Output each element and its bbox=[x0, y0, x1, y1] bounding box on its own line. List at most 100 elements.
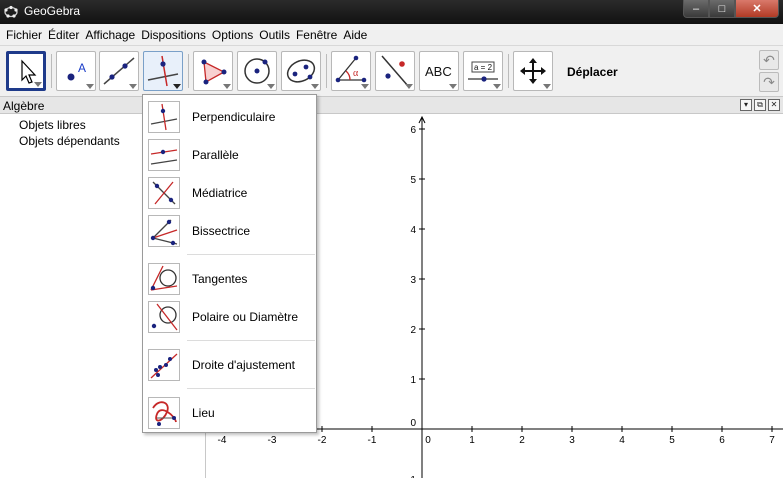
move-tool-button[interactable] bbox=[6, 51, 46, 91]
tool-menu-arrow-icon bbox=[361, 84, 369, 89]
tool-menu-arrow-icon bbox=[223, 84, 231, 89]
perpendicular-tool-menu: Perpendiculaire Parallèle Médiatrice Bis… bbox=[142, 94, 317, 433]
locus-icon bbox=[148, 397, 180, 429]
perpendicular-bisector-icon bbox=[148, 177, 180, 209]
circle-tool-button[interactable] bbox=[237, 51, 277, 91]
graphics-header-buttons: ▾ ⧉ ✕ bbox=[740, 99, 780, 111]
y-tick-label: 1 bbox=[410, 375, 416, 386]
menu-item-label: Perpendiculaire bbox=[192, 110, 276, 124]
angle-bisector-icon bbox=[148, 215, 180, 247]
menu-affichage[interactable]: Affichage bbox=[82, 28, 138, 42]
tangent-icon bbox=[148, 263, 180, 295]
menu-item-perpendicular[interactable]: Perpendiculaire bbox=[143, 99, 316, 135]
y-tick-label: 3 bbox=[410, 275, 416, 286]
menu-item-label: Médiatrice bbox=[192, 186, 248, 200]
menu-separator bbox=[187, 340, 315, 341]
text-tool-glyph: ABC bbox=[425, 64, 452, 79]
toolbar-separator bbox=[188, 54, 189, 88]
geogebra-logo-icon bbox=[4, 5, 18, 18]
tree-item-free-objects[interactable]: Objets libres bbox=[19, 118, 86, 132]
title-bar: GeoGebra – □ ✕ bbox=[0, 0, 783, 24]
tool-menu-arrow-icon bbox=[449, 84, 457, 89]
menu-item-parallel[interactable]: Parallèle bbox=[143, 137, 316, 173]
polar-icon bbox=[148, 301, 180, 333]
perpendicular-tool-button[interactable] bbox=[143, 51, 183, 91]
text-tool-button[interactable]: ABC bbox=[419, 51, 459, 91]
menu-item-angle-bisector[interactable]: Bissectrice bbox=[143, 213, 316, 249]
slider-tool-button[interactable]: a = 2 bbox=[463, 51, 503, 91]
y-tick-label: 6 bbox=[410, 125, 416, 136]
svg-text:α: α bbox=[353, 68, 359, 79]
reflect-tool-button[interactable] bbox=[375, 51, 415, 91]
close-view-button[interactable]: ✕ bbox=[768, 99, 780, 111]
menu-options[interactable]: Options bbox=[209, 28, 256, 42]
x-tick-label: 5 bbox=[669, 435, 675, 446]
angle-tool-button[interactable]: α bbox=[331, 51, 371, 91]
restore-view-button[interactable]: ⧉ bbox=[754, 99, 766, 111]
y-tick-label: 5 bbox=[410, 175, 416, 186]
best-fit-line-icon bbox=[148, 349, 180, 381]
menu-item-label: Polaire ou Diamètre bbox=[192, 310, 299, 324]
ellipse-tool-button[interactable] bbox=[281, 51, 321, 91]
menu-item-label: Tangentes bbox=[192, 272, 248, 286]
menu-bar: Fichier Éditer Affichage Dispositions Op… bbox=[0, 24, 783, 46]
tool-menu-arrow-icon bbox=[173, 84, 181, 89]
y-tick-label: 2 bbox=[410, 325, 416, 336]
window-title: GeoGebra bbox=[24, 4, 81, 18]
tool-menu-arrow-icon bbox=[86, 84, 94, 89]
x-tick-label: 3 bbox=[569, 435, 575, 446]
move-view-tool-button[interactable] bbox=[513, 51, 553, 91]
tool-menu-arrow-icon bbox=[311, 84, 319, 89]
menu-item-perpendicular-bisector[interactable]: Médiatrice bbox=[143, 175, 316, 211]
y-axis: 1234560-1 bbox=[407, 115, 426, 478]
selected-tool-name: Déplacer bbox=[567, 65, 618, 79]
x-tick-label: -1 bbox=[368, 435, 377, 446]
menu-fenetre[interactable]: Fenêtre bbox=[293, 28, 340, 42]
menu-outils[interactable]: Outils bbox=[256, 28, 293, 42]
x-tick-label: -2 bbox=[318, 435, 327, 446]
menu-item-tangents[interactable]: Tangentes bbox=[143, 261, 316, 297]
x-tick-label: 6 bbox=[719, 435, 725, 446]
slider-tool-glyph: a = 2 bbox=[474, 63, 493, 72]
toolbar-separator bbox=[326, 54, 327, 88]
x-tick-label: -3 bbox=[268, 435, 277, 446]
perpendicular-icon bbox=[148, 101, 180, 133]
line-tool-button[interactable] bbox=[99, 51, 139, 91]
menu-item-locus[interactable]: Lieu bbox=[143, 395, 316, 431]
menu-item-label: Parallèle bbox=[192, 148, 239, 162]
menu-aide[interactable]: Aide bbox=[340, 28, 370, 42]
x-tick-label: 4 bbox=[619, 435, 625, 446]
menu-item-best-fit-line[interactable]: Droite d'ajustement bbox=[143, 347, 316, 383]
algebra-title: Algèbre bbox=[3, 99, 45, 113]
x-tick-label: 2 bbox=[519, 435, 525, 446]
view-menu-button[interactable]: ▾ bbox=[740, 99, 752, 111]
y-tick-label: 4 bbox=[410, 225, 416, 236]
svg-text:A: A bbox=[78, 61, 86, 75]
x-tick-label: -4 bbox=[218, 435, 227, 446]
menu-item-polar[interactable]: Polaire ou Diamètre bbox=[143, 299, 316, 335]
toolbar: A α ABC a = 2 Déplacer ↶ ↷ bbox=[0, 46, 783, 97]
tool-menu-arrow-icon bbox=[267, 84, 275, 89]
undo-redo-group: ↶ ↷ bbox=[759, 50, 779, 94]
maximize-button[interactable]: □ bbox=[709, 0, 735, 18]
menu-item-label: Droite d'ajustement bbox=[192, 358, 296, 372]
parallel-icon bbox=[148, 139, 180, 171]
polygon-tool-button[interactable] bbox=[193, 51, 233, 91]
menu-editer[interactable]: Éditer bbox=[45, 28, 82, 42]
window-controls: – □ ✕ bbox=[683, 0, 779, 18]
redo-button[interactable]: ↷ bbox=[759, 72, 779, 92]
minimize-button[interactable]: – bbox=[683, 0, 709, 18]
tool-menu-arrow-icon bbox=[493, 84, 501, 89]
point-tool-button[interactable]: A bbox=[56, 51, 96, 91]
menu-separator bbox=[187, 388, 315, 389]
close-button[interactable]: ✕ bbox=[735, 0, 779, 18]
y-zero-label: 0 bbox=[410, 418, 416, 429]
menu-dispositions[interactable]: Dispositions bbox=[138, 28, 209, 42]
menu-item-label: Lieu bbox=[192, 406, 215, 420]
toolbar-separator bbox=[508, 54, 509, 88]
tree-item-dependent-objects[interactable]: Objets dépendants bbox=[19, 134, 120, 148]
menu-fichier[interactable]: Fichier bbox=[3, 28, 45, 42]
menu-item-label: Bissectrice bbox=[192, 224, 251, 238]
undo-button[interactable]: ↶ bbox=[759, 50, 779, 70]
x-tick-label: 7 bbox=[769, 435, 775, 446]
